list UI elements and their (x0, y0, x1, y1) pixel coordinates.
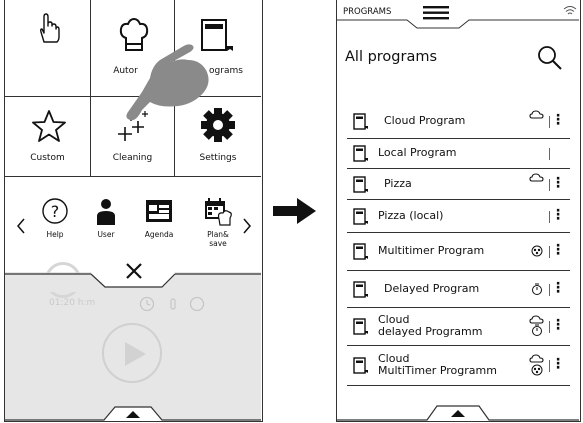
bottom-expand-handle-right[interactable] (337, 400, 579, 422)
settings-label: Settings (199, 153, 237, 163)
chevron-up-icon (451, 410, 465, 417)
transition-arrow-icon (273, 198, 316, 224)
program-file-icon (353, 145, 368, 162)
row-separator (549, 115, 550, 128)
cloud-delayed-icon (529, 315, 544, 336)
program-row[interactable]: Cloud Program ⋮ (347, 104, 570, 139)
program-file-icon (353, 243, 368, 260)
custom-tile[interactable]: Custom (5, 97, 91, 177)
running-panel: 01:20 h:m 00 (5, 262, 261, 421)
user-label: User (97, 230, 115, 239)
plan-save-label: Plan& save (207, 230, 229, 248)
faded-status-icons (139, 296, 205, 312)
page-title: All programs (345, 49, 438, 65)
agenda-button[interactable]: Agenda (134, 193, 184, 253)
program-row[interactable]: Cloud MultiTimer Programm ⋮ (347, 346, 570, 386)
panel-close-handle[interactable] (5, 252, 261, 292)
more-options-icon[interactable]: ⋮ (551, 113, 565, 127)
program-name: Local Program (378, 146, 457, 159)
hand-touch-icon (39, 13, 60, 43)
cleaning-label: Cleaning (112, 153, 153, 163)
row-separator (549, 148, 550, 160)
programs-screen: PROGRAMS All programs Cloud Program ⋮ Loca… (336, 0, 581, 422)
row-separator (549, 360, 550, 372)
svg-text:?: ? (51, 202, 60, 221)
program-name: Delayed Program (384, 281, 480, 295)
more-options-icon[interactable]: ⋮ (551, 208, 565, 222)
agenda-label: Agenda (144, 230, 174, 239)
program-file-icon (353, 207, 368, 225)
help-button[interactable]: ? Help (30, 193, 80, 253)
cloud-multitimer-icon (529, 354, 544, 376)
program-row[interactable]: Delayed Program ⋮ (347, 271, 570, 308)
row-separator (549, 210, 550, 223)
search-icon[interactable] (537, 45, 563, 71)
more-options-icon[interactable]: ⋮ (551, 281, 565, 295)
faded-time: 01:20 h:m (49, 298, 96, 308)
status-bar-outline (337, 19, 579, 29)
more-options-icon[interactable]: ⋮ (551, 243, 565, 257)
program-row[interactable]: Pizza (local) ⋮ (347, 200, 570, 233)
more-options-icon[interactable]: ⋮ (551, 318, 565, 332)
bottom-expand-handle[interactable] (5, 402, 261, 422)
program-row[interactable]: Cloud delayed Programm ⋮ (347, 308, 570, 346)
row-separator (549, 178, 550, 191)
question-circle-icon: ? (42, 198, 68, 224)
help-label: Help (46, 230, 64, 239)
delayed-icon (532, 283, 542, 295)
play-button[interactable] (102, 323, 162, 383)
program-name: Pizza (local) (378, 208, 444, 222)
program-name: Pizza (384, 176, 412, 190)
program-row[interactable]: Local Program (347, 139, 570, 169)
program-file-icon (353, 318, 368, 335)
custom-label: Custom (30, 153, 65, 163)
chevron-left-icon[interactable] (16, 217, 26, 235)
program-file-icon (353, 357, 368, 374)
cloud-icon (529, 109, 544, 119)
row-separator (549, 246, 550, 258)
more-options-icon[interactable]: ⋮ (551, 176, 565, 190)
program-name: Cloud MultiTimer Programm (378, 352, 497, 377)
program-row[interactable]: Multitimer Program ⋮ (347, 233, 570, 271)
touch-tile[interactable] (5, 0, 91, 97)
program-file-icon (353, 112, 368, 130)
user-button[interactable]: User (81, 193, 131, 253)
plan-save-button[interactable]: Plan& save (191, 193, 241, 253)
row-separator (549, 321, 550, 333)
cloud-icon (529, 172, 544, 182)
program-name: Multitimer Program (378, 244, 485, 257)
agenda-icon (146, 200, 172, 222)
program-file-icon (353, 280, 368, 298)
play-icon (125, 342, 146, 366)
pointing-hand-overlay (126, 44, 209, 121)
more-options-icon[interactable]: ⋮ (551, 357, 565, 371)
multitimer-icon (531, 245, 543, 257)
chevron-right-icon[interactable] (242, 217, 252, 235)
program-row[interactable]: Pizza ⋮ (347, 169, 570, 200)
program-file-icon (353, 175, 368, 193)
star-icon (32, 110, 66, 142)
program-name: Cloud Program (384, 113, 466, 127)
plan-save-icon (205, 198, 232, 226)
user-icon (97, 199, 115, 225)
row-separator (549, 283, 550, 296)
program-name: Cloud delayed Programm (378, 313, 483, 338)
